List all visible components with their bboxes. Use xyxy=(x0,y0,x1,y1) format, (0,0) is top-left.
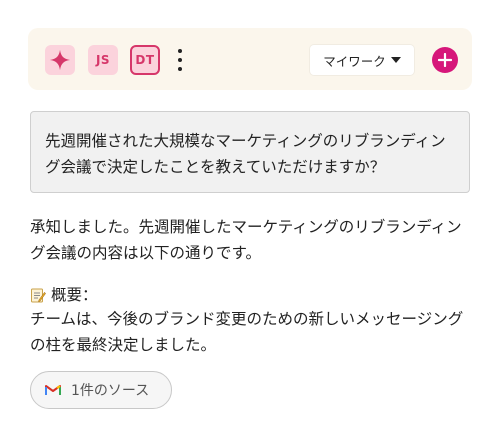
chat-toolbar: JS DT マイワーク xyxy=(28,28,472,90)
caret-down-icon xyxy=(390,57,401,63)
avatar-dt[interactable]: DT xyxy=(130,45,160,75)
kebab-icon[interactable] xyxy=(171,47,189,73)
add-button[interactable] xyxy=(432,47,458,73)
summary-heading: 概要： xyxy=(30,282,98,308)
user-question-text: 先週開催された大規模なマーケティングのリブランディング会議で決定したことを教えて… xyxy=(45,132,446,176)
assistant-intro-text: 承知しました。先週開催したマーケティングのリブランディング会議の内容は以下の通り… xyxy=(30,218,462,262)
ai-assistant-button[interactable] xyxy=(45,45,75,75)
summary-heading-text: 概要： xyxy=(51,286,98,304)
memo-icon xyxy=(30,287,46,303)
workspace-dropdown[interactable]: マイワーク xyxy=(310,45,414,75)
workspace-label: マイワーク xyxy=(323,53,386,69)
user-question-bubble: 先週開催された大規模なマーケティングのリブランディング会議で決定したことを教えて… xyxy=(30,111,470,193)
summary-body-text: チームは、今後のブランド変更のための新しいメッセージングの柱を最終決定しました。 xyxy=(30,310,464,354)
sources-label: 1件のソース xyxy=(71,383,150,399)
gmail-icon xyxy=(45,384,61,396)
sparkle-icon xyxy=(49,49,71,71)
avatar-js[interactable]: JS xyxy=(88,45,118,75)
sources-button[interactable]: 1件のソース xyxy=(30,371,172,409)
plus-icon xyxy=(438,53,452,67)
